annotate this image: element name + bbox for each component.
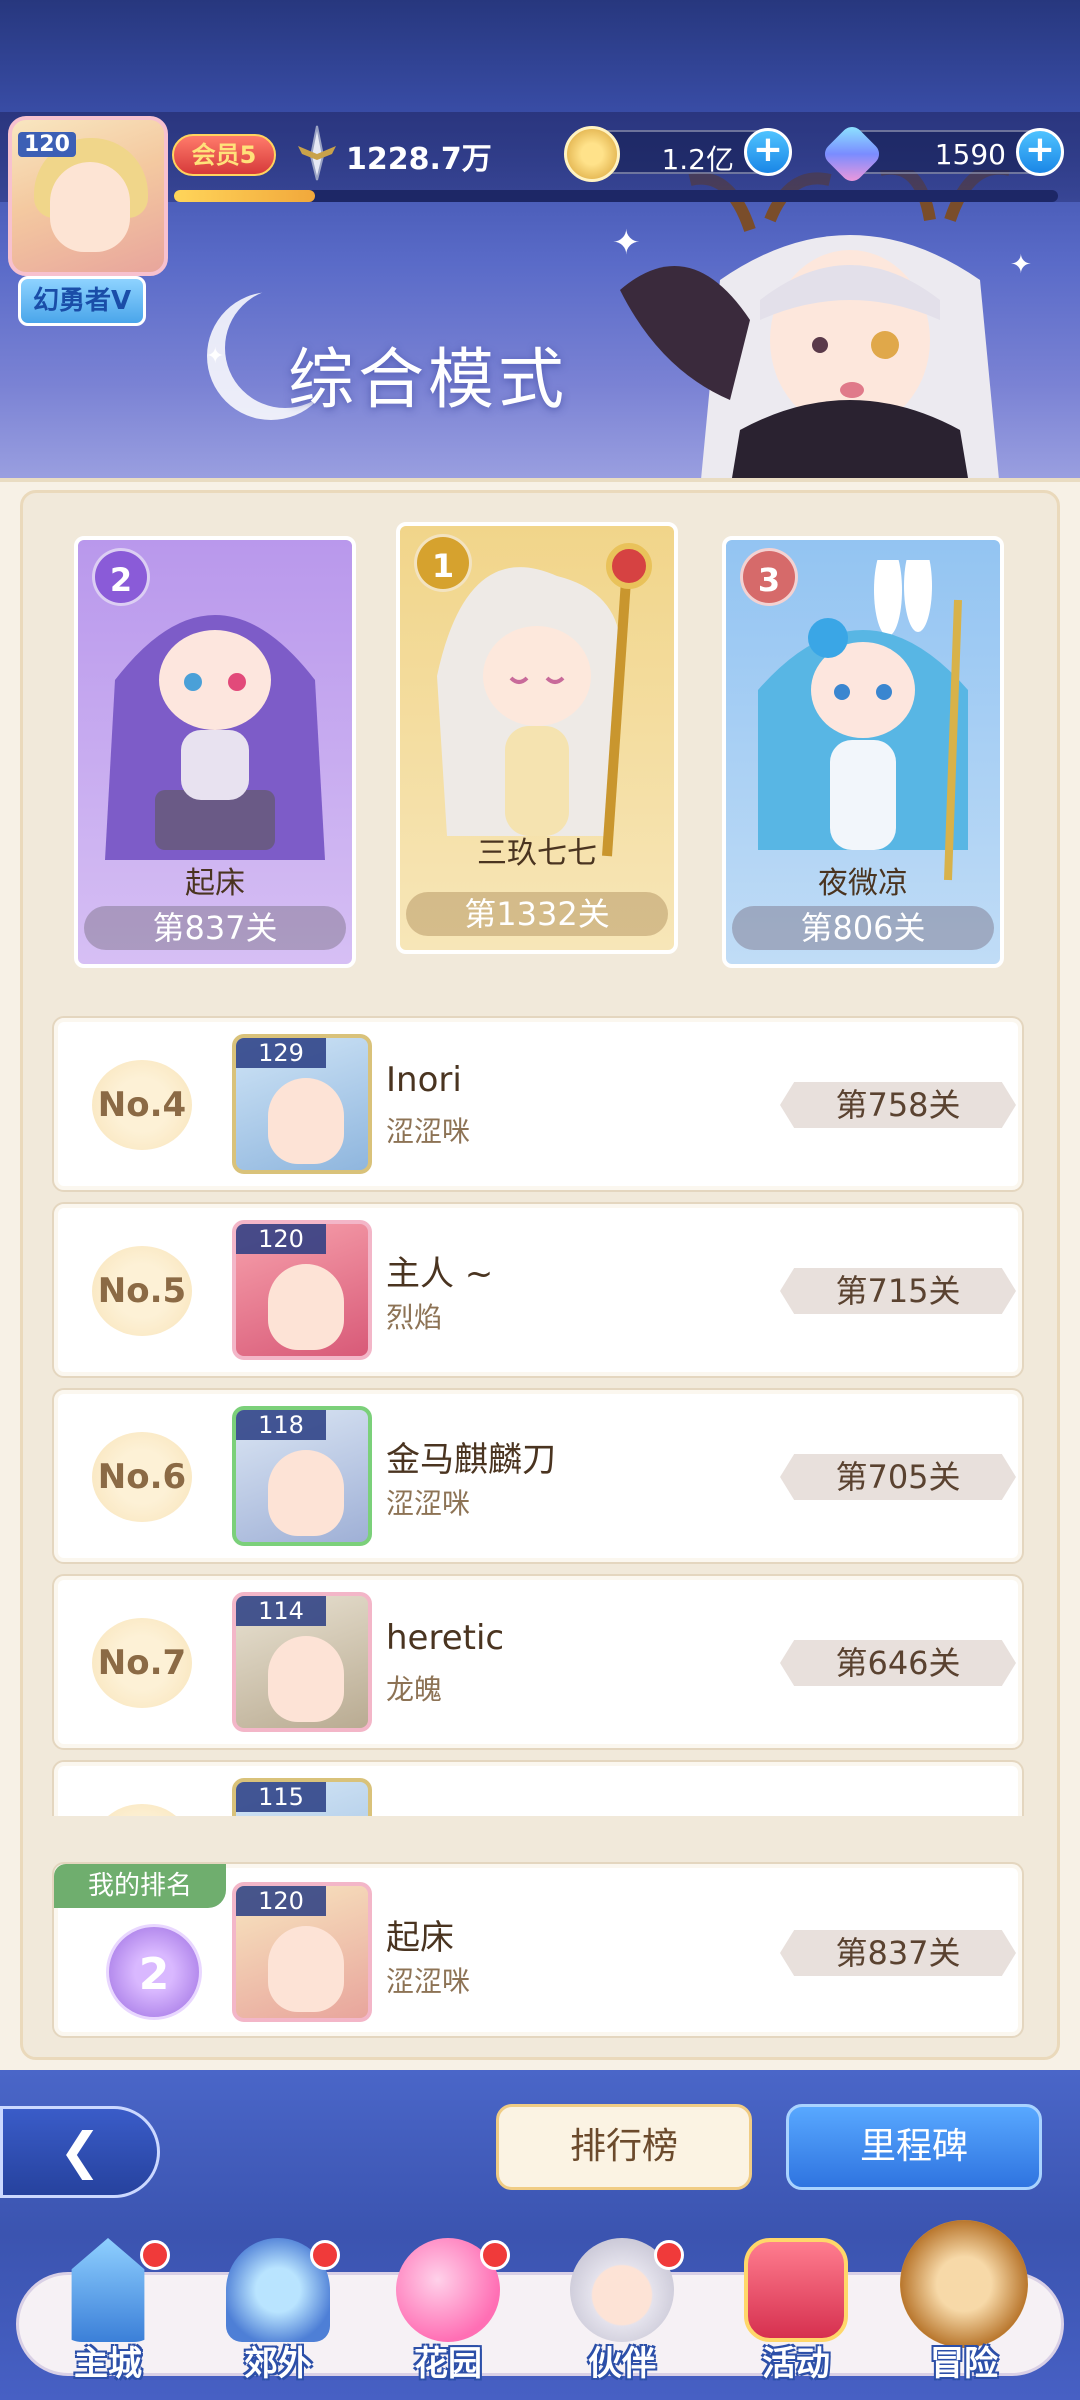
sparkle-icon: ✦: [206, 344, 225, 369]
avatar-level: 118: [236, 1410, 326, 1440]
avatar-level: 129: [236, 1038, 326, 1068]
gold-value: 1.2亿: [661, 143, 734, 176]
nav-garden[interactable]: 花园: [368, 2238, 528, 2388]
notification-dot: [480, 2240, 510, 2270]
nav-label: 伙伴: [588, 2344, 656, 2384]
podium-name: 夜微凉: [818, 866, 908, 901]
guild-name: 涩涩咪: [386, 1487, 471, 1520]
rank-number: No.5: [92, 1246, 192, 1336]
stage-badge: 第715关: [780, 1268, 1016, 1314]
gem-counter: 1590 +: [820, 122, 1064, 186]
player-avatar[interactable]: 129: [232, 1034, 372, 1174]
leaderboard-button[interactable]: 排行榜: [496, 2104, 752, 2190]
avatar-level: 115: [236, 1782, 326, 1812]
nav-outskirts[interactable]: 郊外: [198, 2238, 358, 2388]
sword-power-icon: [298, 125, 336, 181]
chibi-character: [758, 560, 968, 881]
podium-name: 三玖七七: [477, 836, 597, 871]
ranking-row[interactable]: 115: [52, 1760, 1024, 1816]
nav-partner[interactable]: 伙伴: [542, 2238, 702, 2388]
podium-stage: 第1332关: [406, 892, 668, 936]
ranking-row[interactable]: No.4 129 Inori 涩涩咪 第758关: [52, 1016, 1024, 1192]
back-arrow-icon: ❮: [59, 2122, 101, 2180]
player-avatar[interactable]: 118: [232, 1406, 372, 1546]
nav-label: 郊外: [244, 2344, 312, 2384]
notification-dot: [654, 2240, 684, 2270]
ranking-row[interactable]: No.7 114 heretic 龙魄 第646关: [52, 1574, 1024, 1750]
guild-name: 龙魄: [386, 1673, 443, 1706]
gold-counter: 1.2亿 +: [564, 126, 792, 182]
notification-dot: [140, 2240, 170, 2270]
podium-stage: 第806关: [732, 906, 994, 950]
nav-label: 主城: [74, 2344, 142, 2384]
add-gold-button[interactable]: +: [744, 128, 792, 176]
nav-adventure[interactable]: 冒险: [884, 2220, 1044, 2388]
rank-number: No.4: [92, 1060, 192, 1150]
player-avatar[interactable]: 120: [232, 1882, 372, 2022]
player-avatar[interactable]: 115: [232, 1778, 372, 1816]
notification-dot: [310, 2240, 340, 2270]
stage-badge: 第705关: [780, 1454, 1016, 1500]
avatar-level: 114: [236, 1596, 326, 1626]
my-rank-medal: 2: [106, 1924, 202, 2020]
nav-events[interactable]: 活动: [716, 2238, 876, 2388]
my-rank-tag: 我的排名: [54, 1864, 226, 1908]
ranking-row[interactable]: No.6 118 金马麒麟刀 涩涩咪 第705关: [52, 1388, 1024, 1564]
xp-progress-fill: [174, 190, 316, 202]
add-gem-button[interactable]: +: [1016, 128, 1064, 176]
stage-badge: 第837关: [780, 1930, 1016, 1976]
ranking-row[interactable]: No.5 120 主人 ~ 烈焰 第715关: [52, 1202, 1024, 1378]
guild-name: 烈焰: [386, 1301, 443, 1334]
xp-progress-bar: [174, 190, 1058, 202]
player-name: 金马麒麟刀: [386, 1440, 556, 1480]
player-name: Inori: [386, 1060, 462, 1100]
compass-icon: [900, 2220, 1028, 2348]
stage-badge: 第758关: [780, 1082, 1016, 1128]
nav-label: 冒险: [930, 2344, 998, 2384]
nav-main-city[interactable]: 主城: [28, 2238, 188, 2388]
chibi-character: [437, 543, 652, 857]
rank-number: No.7: [92, 1618, 192, 1708]
stage-badge: 第646关: [780, 1640, 1016, 1686]
power-value: 1228.7万: [346, 142, 492, 177]
podium-card-rank-2[interactable]: 2 起床 第837关: [74, 536, 356, 968]
gift-icon: [744, 2238, 848, 2342]
chibi-character: [105, 615, 325, 860]
gold-coin-icon: [564, 126, 620, 182]
nav-label: 活动: [762, 2344, 830, 2384]
player-title-badge[interactable]: 幻勇者V: [18, 276, 146, 326]
player-level: 120: [18, 132, 76, 157]
podium-name: 起床: [185, 866, 245, 901]
rank-number: No.6: [92, 1432, 192, 1522]
player-name: 起床: [386, 1918, 454, 1958]
nav-label: 花园: [414, 2344, 482, 2384]
my-rank-row[interactable]: 我的排名 2 120 起床 涩涩咪 第837关: [52, 1862, 1024, 2038]
avatar-level: 120: [236, 1886, 326, 1916]
guild-name: 涩涩咪: [386, 1965, 471, 1998]
gem-value: 1590: [934, 138, 1006, 171]
back-button[interactable]: ❮: [0, 2106, 160, 2198]
vip-badge[interactable]: 会员5: [172, 134, 276, 176]
podium-card-rank-3[interactable]: 3 夜微凉 第806关: [722, 536, 1004, 968]
ranking-list[interactable]: No.4 129 Inori 涩涩咪 第758关 No.5 120 主人 ~ 烈…: [52, 1016, 1024, 1816]
avatar-level: 120: [236, 1224, 326, 1254]
player-name: 主人 ~: [386, 1254, 494, 1294]
milestone-button[interactable]: 里程碑: [786, 2104, 1042, 2190]
podium-card-rank-1[interactable]: 1 三玖七七 第1332关: [396, 522, 678, 954]
podium-stage: 第837关: [84, 906, 346, 950]
rank-number: [92, 1804, 192, 1816]
guild-name: 涩涩咪: [386, 1115, 471, 1148]
player-avatar[interactable]: 120: [232, 1220, 372, 1360]
player-name: heretic: [386, 1618, 505, 1658]
player-avatar[interactable]: 114: [232, 1592, 372, 1732]
mode-title: 综合模式: [288, 341, 568, 418]
hero-character-art: [620, 170, 1010, 480]
